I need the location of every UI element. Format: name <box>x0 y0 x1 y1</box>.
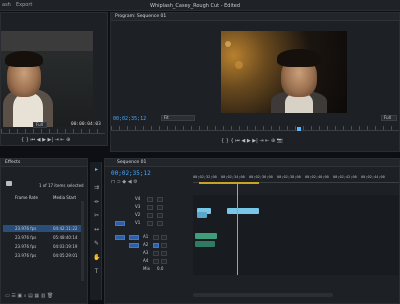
video-clip[interactable] <box>197 212 207 218</box>
menu-bar: ash Export Whiplash_Casey_Rough Cut - Ed… <box>0 0 400 11</box>
folder-icon[interactable] <box>6 181 12 186</box>
hand-tool-icon[interactable]: ✋ <box>93 254 100 261</box>
razor-tool-icon[interactable]: ✂ <box>93 212 100 219</box>
eye-toggle-icon[interactable] <box>157 204 163 210</box>
track-target-a1[interactable] <box>129 234 139 240</box>
track-header-mix[interactable]: Mix 0.0 <box>115 265 200 273</box>
ruler-label: 00;02;40;00 <box>305 175 329 179</box>
track-header-a2[interactable]: A2 <box>115 241 200 249</box>
mute-toggle[interactable] <box>153 258 159 264</box>
ruler-label: 00;02;42;00 <box>333 175 357 179</box>
solo-toggle[interactable] <box>161 234 167 240</box>
program-monitor-title: Program: Sequence 01 <box>115 14 167 19</box>
work-area-bar[interactable] <box>199 182 259 184</box>
selection-tool-icon[interactable]: ▸ <box>93 166 100 173</box>
project-row[interactable]: 23.976 fps 04:05:29:01 <box>3 252 83 259</box>
project-scrollbar[interactable] <box>81 201 84 281</box>
audio-clip[interactable] <box>195 241 215 247</box>
program-transport-controls[interactable]: { } { ⏮ ◀ ▶ ▶| ⇥ ⇤ ⊕ 📷 <box>221 138 283 144</box>
project-footer-icons[interactable]: ▭ ☰ ▣ ⌕ ▤ ▦ ▥ 🗑 <box>5 293 53 299</box>
timeline-panel: Sequence 01 00;02;35;12 ⊓ ⊃ ◆ ◀ ⚙ 00;02;… <box>104 158 400 304</box>
row-frame-rate: 23.976 fps <box>15 226 37 231</box>
solo-toggle[interactable] <box>161 250 167 256</box>
ripple-edit-icon[interactable]: ⟛ <box>93 198 100 205</box>
row-frame-rate: 23.976 fps <box>15 235 37 240</box>
lock-toggle[interactable] <box>147 204 153 210</box>
lock-toggle[interactable] <box>147 212 153 218</box>
lock-toggle[interactable] <box>147 196 153 202</box>
source-video-frame <box>1 31 93 127</box>
slip-tool-icon[interactable]: ↔ <box>93 226 100 233</box>
track-header-a1[interactable]: A1 <box>115 233 200 241</box>
project-panel: Effects 1 of 17 items selected Frame Rat… <box>0 158 88 304</box>
effects-tab[interactable]: Effects <box>5 160 20 165</box>
track-select-icon[interactable]: ⇉ <box>93 184 100 191</box>
row-media-start: 05:48:40:14 <box>53 235 78 240</box>
pen-tool-icon[interactable]: ✎ <box>93 240 100 247</box>
timeline-ruler[interactable]: 00;02;32;00 00;02;34;00 00;02;36;00 00;0… <box>193 169 399 184</box>
tools-panel: ▸ ⇉ ⟛ ✂ ↔ ✎ ✋ T <box>90 162 102 300</box>
project-row[interactable]: 23.976 fps 04:42:11:22 <box>3 225 83 232</box>
program-ruler[interactable] <box>111 126 399 131</box>
program-zoom-select[interactable]: Full <box>381 115 397 121</box>
column-frame-rate[interactable]: Frame Rate <box>15 195 38 200</box>
program-playhead-marker[interactable] <box>297 127 301 131</box>
type-tool-icon[interactable]: T <box>93 268 100 275</box>
source-ruler[interactable] <box>1 129 105 134</box>
video-clip[interactable] <box>227 208 259 214</box>
ruler-label: 00;02;44;00 <box>361 175 385 179</box>
row-media-start: 04:05:29:01 <box>53 253 78 258</box>
eye-toggle-icon[interactable] <box>157 220 163 226</box>
timeline-tracks-area[interactable] <box>193 183 399 275</box>
mute-toggle[interactable] <box>153 234 159 240</box>
mute-toggle[interactable] <box>153 242 159 248</box>
ruler-label: 00;02;32;00 <box>193 175 217 179</box>
timeline-timecode[interactable]: 00;02;35;12 <box>111 170 151 177</box>
ruler-label: 00;02;36;00 <box>249 175 273 179</box>
track-header-v1[interactable]: V1 <box>115 219 200 227</box>
eye-toggle-icon[interactable] <box>157 212 163 218</box>
lock-toggle[interactable] <box>147 220 153 226</box>
track-header-v2[interactable]: V2 <box>115 211 200 219</box>
project-row[interactable]: 23.976 fps 04:03:19:19 <box>3 243 83 250</box>
source-patch-v1[interactable] <box>115 220 125 226</box>
audio-clip[interactable] <box>195 233 217 239</box>
track-header-v4[interactable]: V4 <box>115 195 200 203</box>
row-frame-rate: 23.976 fps <box>15 244 37 249</box>
column-media-start[interactable]: Media Start <box>53 195 76 200</box>
program-video-frame <box>221 31 347 113</box>
timeline-playhead[interactable] <box>237 183 238 275</box>
ruler-label: 00;02;34;00 <box>221 175 245 179</box>
program-fit-select[interactable]: Fit <box>161 115 195 121</box>
track-header-a3[interactable]: A3 <box>115 249 200 257</box>
sequence-tab[interactable]: Sequence 01 <box>117 160 146 165</box>
track-header-a4[interactable]: A4 <box>115 257 200 265</box>
track-target-a2[interactable] <box>129 242 139 248</box>
source-patch-a1[interactable] <box>115 234 125 240</box>
program-timecode[interactable]: 00;02;35;12 <box>113 116 146 122</box>
menu-item-export[interactable]: Export <box>16 2 32 8</box>
track-header-v3[interactable]: V3 <box>115 203 200 211</box>
eye-toggle-icon[interactable] <box>157 196 163 202</box>
row-media-start: 04:42:11:22 <box>53 226 78 231</box>
ruler-label: 00;02;38;00 <box>277 175 301 179</box>
program-monitor: Program: Sequence 01 00;02;35;12 Fit Ful… <box>110 12 400 152</box>
timeline-scrollbar[interactable] <box>193 293 333 297</box>
document-title: Whiplash_Casey_Rough Cut - Edited <box>150 3 241 9</box>
source-transport-controls[interactable]: { } ⏮ ◀ ▶ ▶| ⇥ ⇤ ⊕ <box>21 137 70 143</box>
mute-toggle[interactable] <box>153 250 159 256</box>
project-row[interactable]: 23.976 fps 05:48:40:14 <box>3 234 83 241</box>
row-media-start: 04:03:19:19 <box>53 244 78 249</box>
source-monitor: Full 00:00:04:03 { } ⏮ ◀ ▶ ▶| ⇥ ⇤ ⊕ <box>0 12 108 146</box>
timeline-tool-icons[interactable]: ⊓ ⊃ ◆ ◀ ⚙ <box>111 179 138 185</box>
source-zoom-select[interactable]: Full <box>33 122 47 128</box>
row-frame-rate: 23.976 fps <box>15 253 37 258</box>
menu-item-ash[interactable]: ash <box>2 2 11 8</box>
solo-toggle[interactable] <box>161 258 167 264</box>
solo-toggle[interactable] <box>161 242 167 248</box>
source-timecode: 00:00:04:03 <box>71 122 101 127</box>
selection-count: 1 of 17 items selected <box>39 183 84 188</box>
